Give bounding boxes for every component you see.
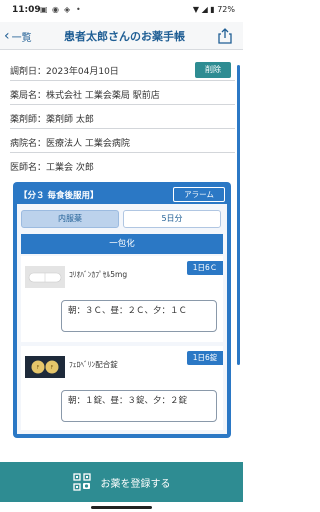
prescription-body: 内服薬 5日分 一包化 ｺﾘｵﾊﾞﾝｶﾌﾟｾﾙ5mg 1日6Ｃ 朝：３Ｃ、昼：２… xyxy=(17,204,227,434)
battery-icon: ▮ xyxy=(210,5,215,14)
dot-icon: • xyxy=(76,5,81,14)
svg-text:F: F xyxy=(51,365,54,371)
home-handle[interactable] xyxy=(91,506,152,509)
dosage-header: 【分３ 毎食後服用】 xyxy=(19,191,99,201)
hospital-row: 病院名：医療法人 工業会病院 xyxy=(10,131,235,153)
qr-code-icon xyxy=(72,473,91,491)
drug-timing: 朝：３Ｃ、昼：２Ｃ、夕：１Ｃ xyxy=(61,300,217,332)
capsule-icon xyxy=(25,266,65,288)
drug-timing: 朝：１錠、昼：３錠、夕：２錠 xyxy=(61,390,217,422)
signal-icon: ◢ xyxy=(201,5,208,14)
doctor-row: 医師名：工業会 次郎 xyxy=(10,155,235,177)
status-time: 11:09 xyxy=(12,5,41,15)
svg-text:F: F xyxy=(37,365,40,371)
wifi-icon: ▼ xyxy=(192,5,200,14)
drug-name: ﾌｪﾛﾍﾞﾘﾝ配合錠 xyxy=(69,360,118,369)
register-label: お薬を登録する xyxy=(100,478,171,490)
share-icon xyxy=(218,28,232,44)
alarm-button[interactable]: アラーム xyxy=(173,187,225,202)
drug-item[interactable]: F F ﾌｪﾛﾍﾞﾘﾝ配合錠 1日6錠 朝：１錠、昼：３錠、夕：２錠 xyxy=(21,346,223,430)
title-bar: ‹ 一覧 患者太郎さんのお薬手帳 xyxy=(0,22,243,50)
pharmacist-row: 薬剤師：薬剤師 太郎 xyxy=(10,107,235,129)
drug-item[interactable]: ｺﾘｵﾊﾞﾝｶﾌﾟｾﾙ5mg 1日6Ｃ 朝：３Ｃ、昼：２Ｃ、夕：１Ｃ xyxy=(21,256,223,342)
cast-icon: ◉ xyxy=(52,5,59,14)
back-label: 一覧 xyxy=(11,32,32,44)
share-button[interactable] xyxy=(215,26,235,46)
chevron-left-icon: ‹ xyxy=(4,28,10,44)
prescription-card: 【分３ 毎食後服用】 アラーム 内服薬 5日分 一包化 ｺﾘｵﾊﾞﾝｶﾌﾟｾﾙ5… xyxy=(13,182,231,438)
drug-dose-badge: 1日6Ｃ xyxy=(187,261,223,275)
doctor-text: 医師名：工業会 次郎 xyxy=(10,163,94,173)
dispensing-info: 調剤日：2023年04月10日 削除 薬局名：株式会社 工業会薬局 駅前店 薬剤… xyxy=(6,55,237,175)
scrollbar[interactable] xyxy=(237,65,240,365)
hospital-text: 病院名：医療法人 工業会病院 xyxy=(10,139,130,149)
drug-name: ｺﾘｵﾊﾞﾝｶﾌﾟｾﾙ5mg xyxy=(69,270,128,279)
back-button[interactable]: ‹ 一覧 xyxy=(4,26,32,46)
dispensing-date-text: 調剤日：2023年04月10日 xyxy=(10,67,119,77)
battery-level: 72% xyxy=(217,5,235,14)
status-right: ▼ ◢ ▮ 72% xyxy=(193,5,235,14)
pharmacy-row: 薬局名：株式会社 工業会薬局 駅前店 xyxy=(10,83,235,105)
group-label: 一包化 xyxy=(21,234,223,254)
pharmacy-text: 薬局名：株式会社 工業会薬局 駅前店 xyxy=(10,91,160,101)
gesture-nav-bar xyxy=(0,502,243,512)
tablet-icon: F F xyxy=(25,356,65,378)
sync-icon: ◈ xyxy=(64,5,71,14)
drug-dose-badge: 1日6錠 xyxy=(187,351,223,365)
page-title: 患者太郎さんのお薬手帳 xyxy=(64,30,185,43)
days-pill: 5日分 xyxy=(123,210,221,228)
drug-image xyxy=(25,266,65,288)
status-bar: 11:09 ▣ ◉ ◈ • ▼ ◢ ▮ 72% xyxy=(0,0,243,22)
notification-icon: ▣ xyxy=(40,5,48,14)
register-medicine-button[interactable]: お薬を登録する xyxy=(0,462,243,502)
drug-image: F F xyxy=(25,356,65,378)
pharmacist-text: 薬剤師：薬剤師 太郎 xyxy=(10,115,94,125)
delete-button[interactable]: 削除 xyxy=(195,62,231,78)
category-pill: 内服薬 xyxy=(21,210,119,228)
